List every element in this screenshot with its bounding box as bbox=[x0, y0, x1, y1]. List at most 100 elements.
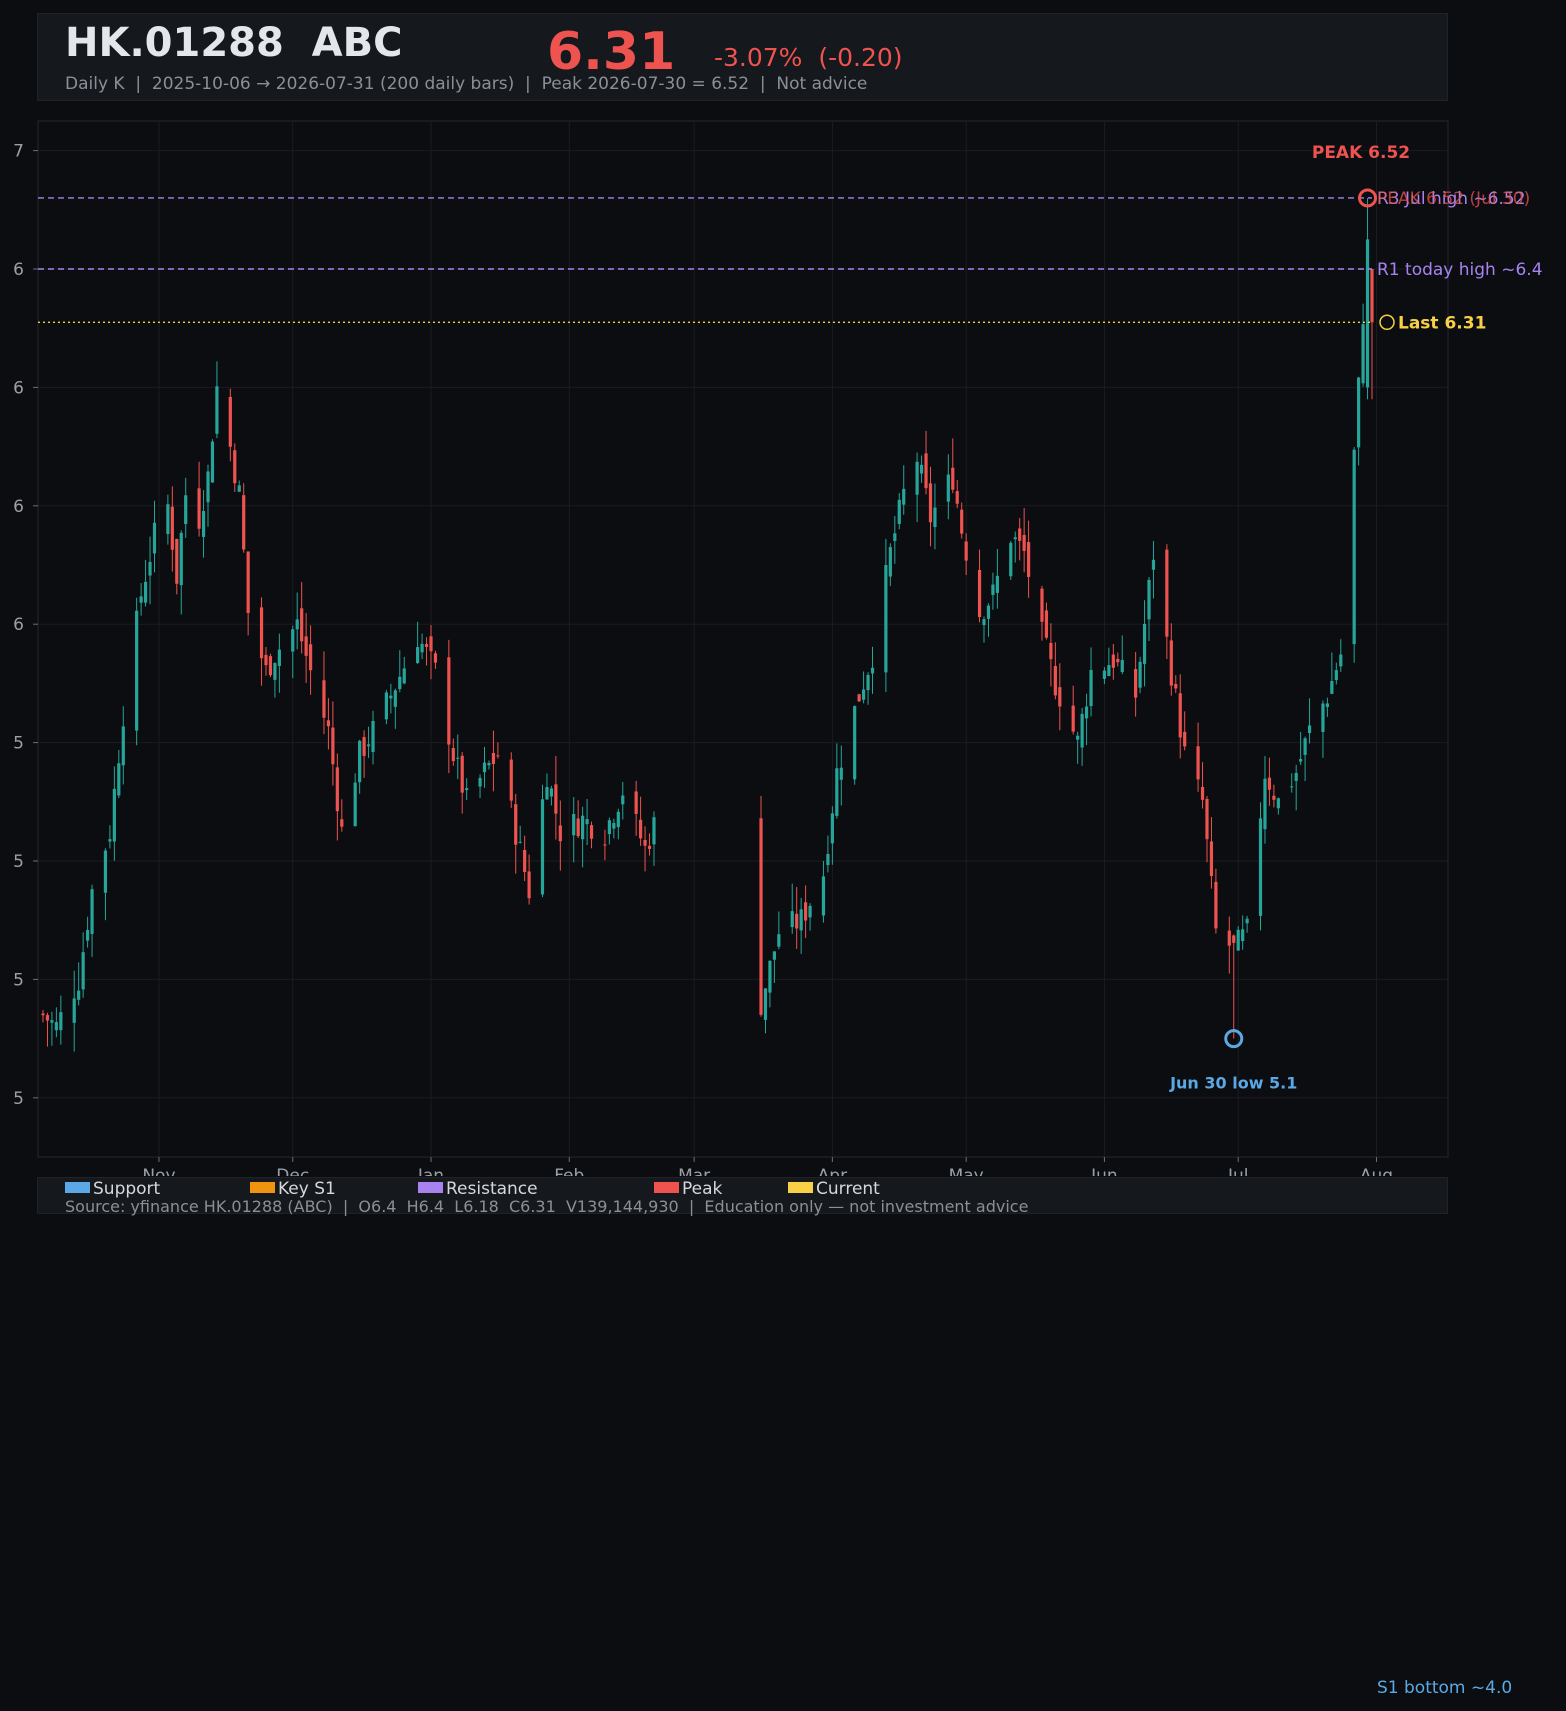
candle-body bbox=[991, 584, 995, 595]
candle-body bbox=[589, 825, 594, 839]
candle-body bbox=[527, 871, 531, 899]
candle-body bbox=[1183, 731, 1187, 747]
x-tick-label: Apr bbox=[818, 1166, 847, 1176]
candle-body bbox=[1178, 693, 1182, 738]
candle-body bbox=[268, 656, 273, 676]
candle-body bbox=[1272, 795, 1276, 800]
candle-body bbox=[1116, 658, 1120, 663]
legend-item-key-s1: Key S1 bbox=[250, 1179, 336, 1199]
candle-body bbox=[1111, 654, 1115, 668]
candle-body bbox=[902, 488, 906, 505]
candle-body bbox=[491, 753, 496, 764]
candle-body bbox=[300, 608, 304, 642]
legend-swatch-key-s1 bbox=[250, 1181, 275, 1193]
candle-body bbox=[1227, 930, 1231, 946]
legend-label-support: Support bbox=[93, 1179, 161, 1199]
candle-body bbox=[108, 839, 112, 842]
candle-body bbox=[322, 680, 326, 718]
plot-area bbox=[37, 120, 1449, 1158]
candle-body bbox=[72, 998, 76, 1023]
candle-body bbox=[398, 676, 402, 690]
candle-body bbox=[478, 777, 482, 787]
candle-body bbox=[647, 845, 652, 849]
candle-body bbox=[1053, 665, 1057, 696]
candle-body bbox=[888, 547, 892, 577]
candle-body bbox=[986, 605, 991, 619]
low-label: Jun 30 low 5.1 bbox=[1169, 1074, 1297, 1093]
candle-body bbox=[1370, 269, 1374, 323]
candlestick-chart: 5 5 5 5 6 6 6 6 7 Nov Dec Jan Feb Mar Apr May Jun Jul Aug R… bbox=[13, 120, 1543, 1176]
candle-body bbox=[456, 757, 460, 759]
candle-body bbox=[1013, 537, 1017, 540]
candle-body bbox=[358, 740, 362, 783]
candle-body bbox=[621, 795, 625, 805]
candle-body bbox=[277, 649, 281, 666]
candle-body bbox=[1022, 534, 1026, 551]
candle-body bbox=[420, 643, 424, 653]
candle-body bbox=[518, 841, 522, 843]
candle-body bbox=[1174, 683, 1178, 689]
candle-body bbox=[451, 748, 455, 762]
candle-body bbox=[148, 561, 152, 576]
candle-body bbox=[179, 532, 183, 586]
candle-body bbox=[643, 839, 647, 846]
candle-body bbox=[1307, 725, 1312, 734]
candle-body bbox=[1339, 654, 1343, 667]
y-tick-label: 6 bbox=[13, 497, 24, 517]
candle-body bbox=[861, 689, 866, 700]
candle-body bbox=[291, 629, 295, 652]
candle-body bbox=[335, 767, 339, 812]
candle-body bbox=[121, 726, 125, 766]
candle-body bbox=[1303, 738, 1307, 755]
candle-body bbox=[135, 610, 139, 731]
candle-body bbox=[1027, 542, 1031, 577]
candle-body bbox=[1365, 239, 1370, 388]
x-tick-label: Aug bbox=[1360, 1166, 1393, 1176]
candle-body bbox=[1258, 818, 1263, 916]
candle-body bbox=[465, 788, 469, 791]
candle-body bbox=[884, 565, 888, 673]
candle-body bbox=[304, 636, 308, 656]
candle-body bbox=[1325, 703, 1330, 708]
candle-body bbox=[639, 819, 643, 839]
candle-body bbox=[85, 929, 90, 941]
candle-body bbox=[790, 911, 794, 928]
candle-body bbox=[955, 491, 959, 504]
candle-body bbox=[1294, 772, 1298, 782]
candle-body bbox=[1330, 681, 1334, 694]
candle-body bbox=[558, 825, 562, 842]
candle-body bbox=[1084, 706, 1089, 719]
candle-body bbox=[853, 706, 857, 780]
candle-body bbox=[353, 782, 357, 827]
candle-body bbox=[59, 1012, 63, 1031]
candle-body bbox=[416, 647, 420, 664]
x-tick-label: Feb bbox=[554, 1166, 584, 1176]
candle-body bbox=[433, 653, 438, 663]
candle-body bbox=[1352, 449, 1356, 645]
candle-body bbox=[228, 396, 232, 447]
candle-body bbox=[808, 905, 812, 918]
candle-body bbox=[184, 495, 188, 525]
candle-body bbox=[1044, 610, 1049, 638]
candle-body bbox=[389, 695, 393, 699]
candle-body bbox=[1040, 588, 1044, 622]
candle-body bbox=[103, 850, 108, 893]
candle-body bbox=[1276, 798, 1280, 809]
candle-body bbox=[607, 820, 611, 835]
candle-body bbox=[1214, 881, 1218, 929]
candle-body bbox=[233, 450, 237, 484]
candle-body bbox=[1076, 735, 1080, 740]
candle-body bbox=[928, 483, 933, 523]
candle-body bbox=[1169, 640, 1173, 686]
candle-body bbox=[1107, 665, 1111, 677]
candle-body bbox=[1361, 324, 1365, 384]
candle-body bbox=[1321, 703, 1325, 732]
candle-body bbox=[919, 464, 924, 474]
candle-body bbox=[45, 1015, 50, 1021]
y-tick-label: 5 bbox=[13, 1089, 24, 1109]
y-tick-label: 6 bbox=[13, 615, 24, 635]
candle-body bbox=[1290, 786, 1294, 788]
candle-body bbox=[246, 551, 250, 614]
chart-legend: Support Key S1 Resistance Peak Current S… bbox=[37, 1177, 1448, 1216]
candle-body bbox=[206, 471, 210, 503]
